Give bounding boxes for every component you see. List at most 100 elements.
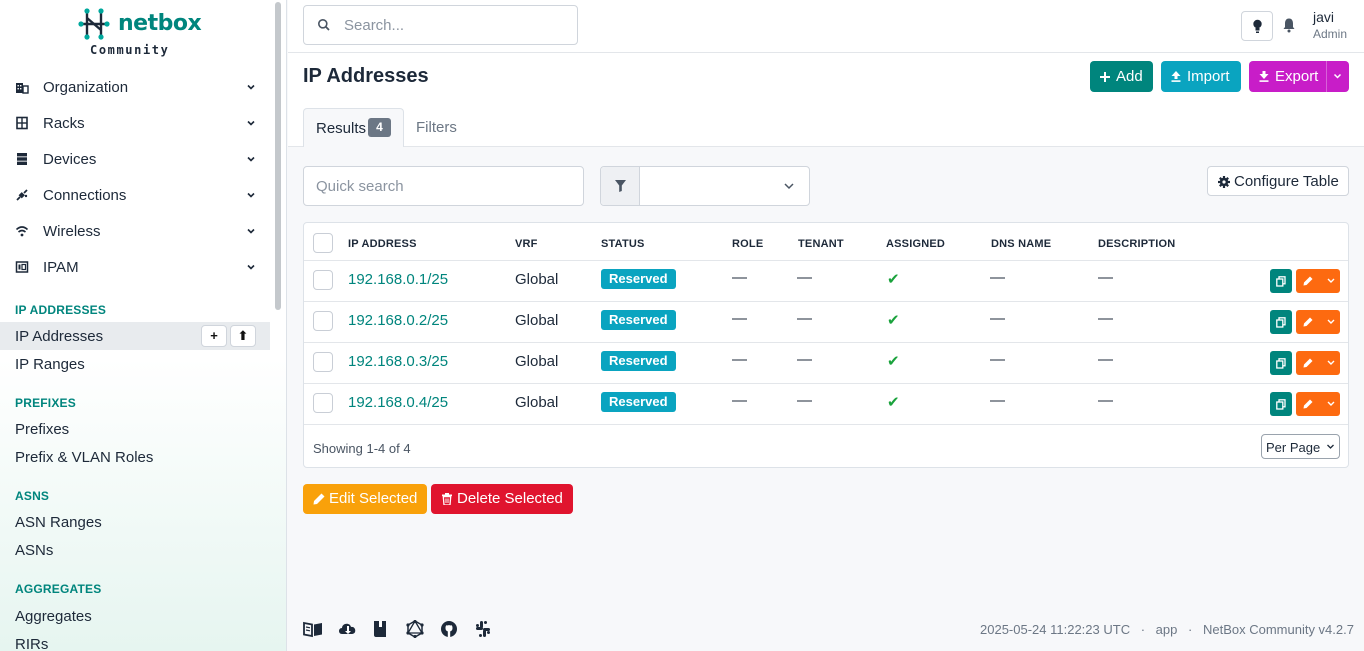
bell-icon[interactable]	[1282, 17, 1296, 33]
ip-address-link[interactable]: 192.168.0.2/25	[348, 312, 448, 329]
menu-label: Organization	[43, 79, 129, 96]
ip-address-link[interactable]: 192.168.0.4/25	[348, 394, 448, 411]
column-header-assigned[interactable]: ASSIGNED	[886, 238, 945, 250]
row-checkbox[interactable]	[313, 270, 333, 290]
sidebar-item-rirs[interactable]: RIRs	[0, 630, 270, 651]
tab-filters-label: Filters	[416, 119, 457, 136]
status-badge: Reserved	[601, 392, 676, 412]
add-ip-address-button[interactable]: +	[201, 325, 227, 347]
menu-racks[interactable]: Racks	[0, 105, 270, 141]
tab-results[interactable]: Results 4	[303, 108, 404, 147]
row-checkbox[interactable]	[313, 393, 333, 413]
select-all-checkbox[interactable]	[313, 233, 333, 253]
vrf-value: Global	[515, 271, 559, 288]
cloud-download-icon[interactable]	[337, 620, 357, 638]
plug-icon	[16, 189, 28, 201]
docs-icon[interactable]	[371, 620, 391, 638]
sidebar-item-prefixes[interactable]: Prefixes	[0, 415, 270, 443]
menu-label: IPAM	[43, 259, 79, 276]
copy-button[interactable]	[1270, 392, 1292, 416]
import-button[interactable]: Import	[1161, 61, 1241, 92]
menu-connections[interactable]: Connections	[0, 177, 270, 213]
sidebar-item-label: Prefix & VLAN Roles	[15, 449, 154, 466]
upload-icon	[1171, 71, 1181, 82]
quick-search-placeholder: Quick search	[316, 178, 404, 195]
sidebar-scrollbar[interactable]	[275, 2, 281, 310]
column-header-tenant[interactable]: TENANT	[798, 238, 844, 250]
search-icon	[318, 19, 330, 31]
row-checkbox[interactable]	[313, 352, 333, 372]
sidebar-item-aggregates[interactable]: Aggregates	[0, 602, 270, 630]
chevron-down-icon[interactable]	[1333, 73, 1342, 80]
saved-filter-select[interactable]	[600, 166, 810, 206]
column-header-role[interactable]: ROLE	[732, 238, 763, 250]
table-row: 192.168.0.1/25 Global Reserved — — ✔ — —	[304, 260, 1348, 301]
row-edit-button[interactable]	[1296, 269, 1340, 293]
chevron-down-icon	[784, 183, 794, 190]
menu-devices[interactable]: Devices	[0, 141, 270, 177]
ip-address-link[interactable]: 192.168.0.1/25	[348, 271, 448, 288]
slack-icon[interactable]	[473, 620, 493, 638]
search-input[interactable]: Search...	[303, 5, 578, 45]
column-header-description[interactable]: DESCRIPTION	[1098, 238, 1175, 250]
menu-organization[interactable]: Organization	[0, 69, 270, 105]
column-header-ip-address[interactable]: IP ADDRESS	[348, 238, 417, 250]
copy-button[interactable]	[1270, 351, 1292, 375]
row-edit-button[interactable]	[1296, 351, 1340, 375]
row-edit-button[interactable]	[1296, 392, 1340, 416]
book-icon[interactable]	[303, 620, 323, 638]
sidebar-item-prefix-vlan-roles[interactable]: Prefix & VLAN Roles	[0, 443, 270, 471]
footer-version[interactable]: NetBox Community v4.2.7	[1203, 622, 1354, 637]
export-button[interactable]: Export	[1249, 61, 1349, 92]
ip-icon	[15, 261, 29, 273]
per-page-select[interactable]: Per Page	[1261, 434, 1340, 459]
description-value: —	[1098, 351, 1113, 368]
sidebar-item-asns[interactable]: ASNs	[0, 536, 270, 564]
copy-button[interactable]	[1270, 310, 1292, 334]
netbox-logo[interactable]: netbox Community	[78, 8, 202, 60]
copy-button[interactable]	[1270, 269, 1292, 293]
quick-search-input[interactable]: Quick search	[303, 166, 584, 206]
column-header-dns-name[interactable]: DNS NAME	[991, 238, 1051, 250]
table-row: 192.168.0.4/25 Global Reserved — — ✔ — —	[304, 383, 1348, 424]
chevron-down-icon[interactable]	[1327, 319, 1335, 325]
sidebar-item-ip-addresses[interactable]: IP Addresses + ⬆	[0, 322, 270, 350]
github-icon[interactable]	[439, 620, 459, 638]
chevron-down-icon[interactable]	[1327, 401, 1335, 407]
menu-wireless[interactable]: Wireless	[0, 213, 270, 249]
pencil-icon	[1303, 317, 1313, 327]
gear-icon	[1218, 176, 1230, 188]
sidebar-item-label: ASN Ranges	[15, 514, 102, 531]
ip-address-link[interactable]: 192.168.0.3/25	[348, 353, 448, 370]
tab-filters[interactable]: Filters	[416, 108, 476, 147]
import-button-label: Import	[1187, 68, 1230, 85]
configure-table-button[interactable]: Configure Table	[1207, 166, 1349, 196]
chevron-down-icon[interactable]	[1327, 360, 1335, 366]
section-aggregates: AGGREGATES	[15, 582, 102, 596]
row-edit-button[interactable]	[1296, 310, 1340, 334]
description-value: —	[1098, 310, 1113, 327]
delete-selected-button[interactable]: Delete Selected	[431, 484, 573, 514]
dns-name-value: —	[990, 392, 1005, 409]
import-ip-address-button[interactable]: ⬆	[230, 325, 256, 347]
theme-toggle-button[interactable]	[1241, 11, 1273, 41]
chevron-down-icon[interactable]	[1327, 278, 1335, 284]
download-icon	[1259, 71, 1269, 82]
graphql-icon[interactable]	[405, 620, 425, 638]
sidebar-item-label: Prefixes	[15, 421, 70, 438]
column-header-vrf[interactable]: VRF	[515, 238, 538, 250]
menu-ipam[interactable]: IPAM	[0, 249, 270, 285]
edit-selected-button[interactable]: Edit Selected	[303, 484, 427, 514]
user-name[interactable]: javi	[1313, 9, 1334, 25]
section-ip-addresses: IP ADDRESSES	[15, 303, 107, 317]
server-icon	[17, 153, 27, 165]
chevron-down-icon	[247, 120, 255, 126]
tenant-value: —	[797, 269, 812, 286]
status-badge: Reserved	[601, 269, 676, 289]
sidebar-item-ip-ranges[interactable]: IP Ranges	[0, 350, 270, 378]
sidebar-item-label: RIRs	[15, 636, 49, 651]
add-button[interactable]: Add	[1090, 61, 1153, 92]
row-checkbox[interactable]	[313, 311, 333, 331]
column-header-status[interactable]: STATUS	[601, 238, 645, 250]
sidebar-item-asn-ranges[interactable]: ASN Ranges	[0, 508, 270, 536]
